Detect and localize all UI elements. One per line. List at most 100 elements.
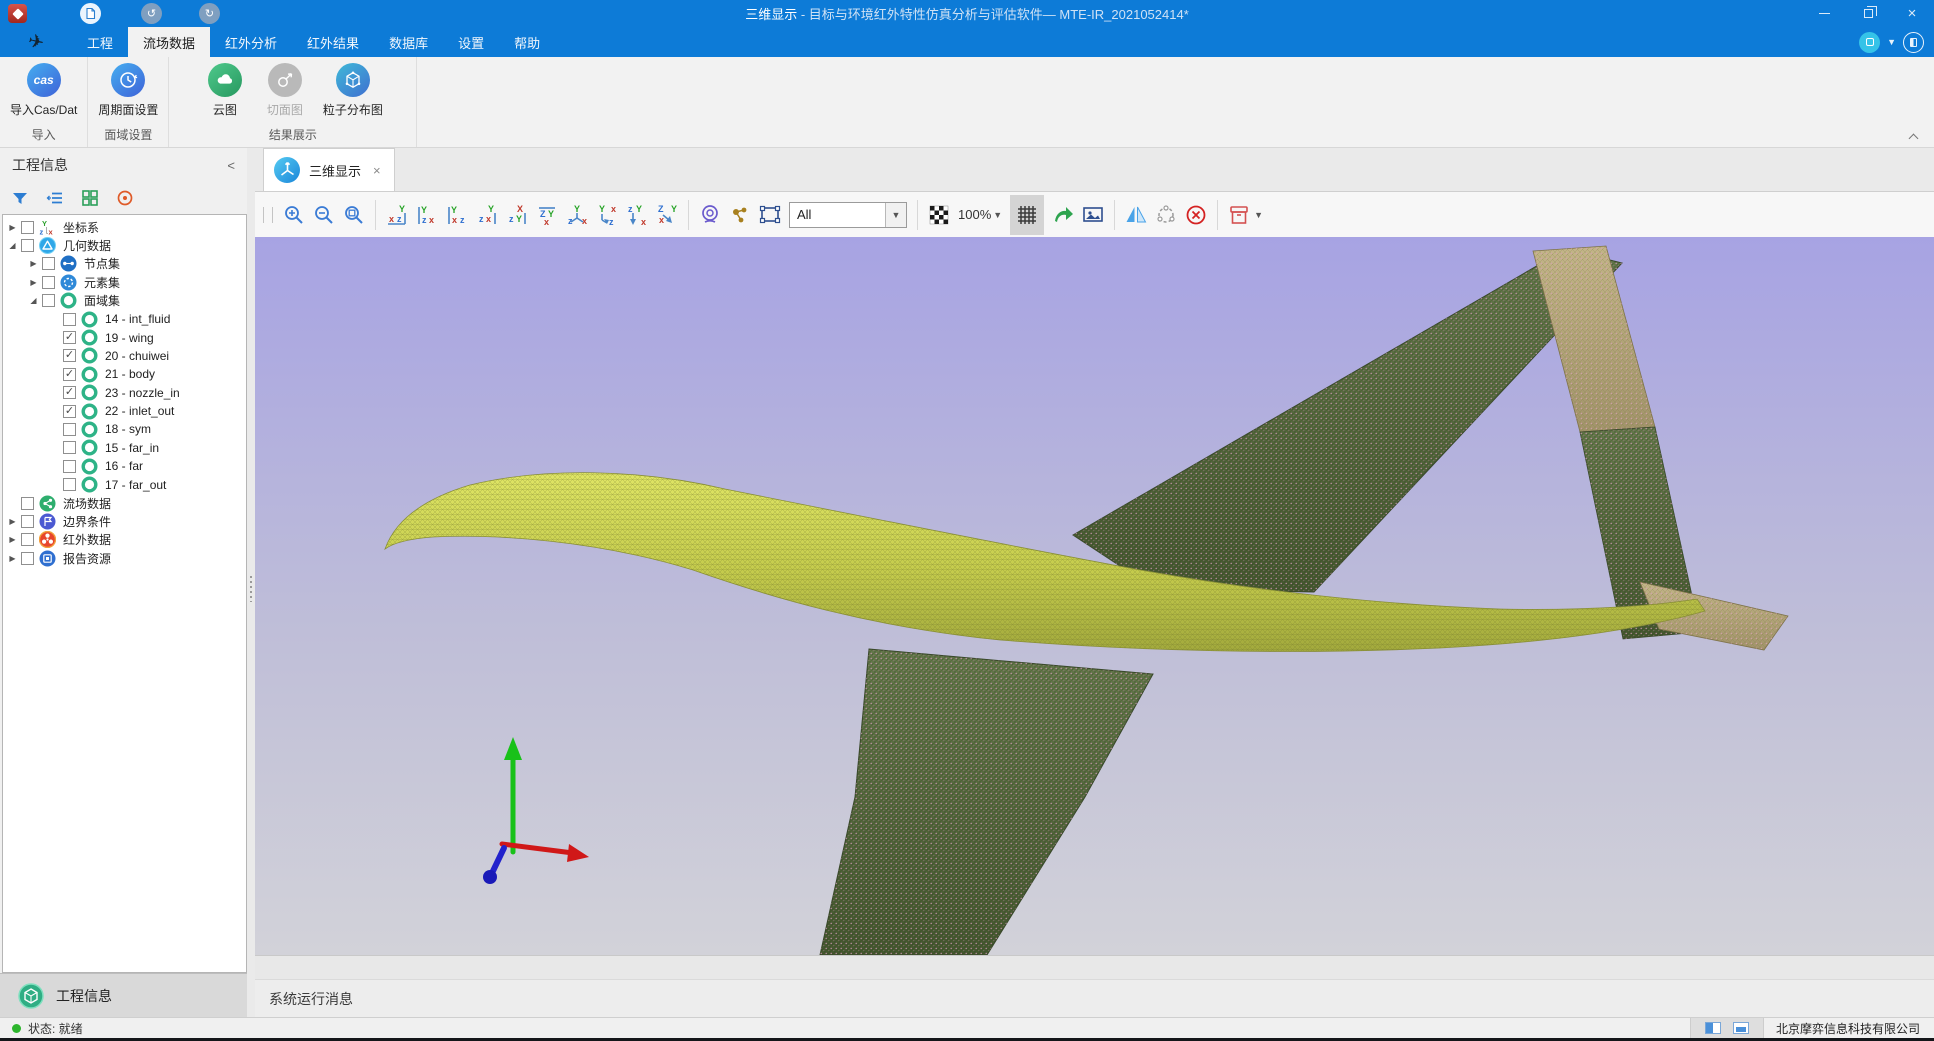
view-back-icon[interactable]: zYX xyxy=(502,197,532,233)
tree-item[interactable]: ▶元素集 xyxy=(3,273,246,291)
tree-checkbox[interactable] xyxy=(63,313,76,326)
tree-item[interactable]: ✓22 - inlet_out xyxy=(3,402,246,420)
cloud-plot-button[interactable]: 云图 xyxy=(203,60,247,118)
node-graph-icon[interactable] xyxy=(725,197,755,233)
tab-3d-view[interactable]: 三维显示 × xyxy=(263,148,395,191)
view-top-icon[interactable]: ZYx xyxy=(532,197,562,233)
tree-checkbox[interactable]: ✓ xyxy=(63,368,76,381)
transparency-icon[interactable] xyxy=(924,197,954,233)
surface-filter-combo[interactable]: All ▼ xyxy=(789,202,907,228)
zoom-caret-icon[interactable]: ▼ xyxy=(993,210,1002,220)
locate-icon[interactable] xyxy=(115,188,135,208)
tree-checkbox[interactable] xyxy=(21,515,34,528)
periodic-face-button[interactable]: 周期面设置 xyxy=(98,60,158,118)
view-right-icon[interactable]: zxY xyxy=(472,197,502,233)
tree-item[interactable]: 18 - sym xyxy=(3,420,246,438)
menu-item-help[interactable]: 帮助 xyxy=(499,27,555,57)
tree-checkbox[interactable] xyxy=(63,478,76,491)
drag-grip[interactable] xyxy=(263,207,273,223)
list-view-icon[interactable] xyxy=(45,188,65,208)
expand-arrow-icon[interactable]: ▶ xyxy=(27,259,40,268)
tree-checkbox[interactable] xyxy=(63,423,76,436)
new-document-icon[interactable] xyxy=(80,3,101,24)
export-arrow-icon[interactable] xyxy=(1048,197,1078,233)
tree-checkbox[interactable] xyxy=(21,497,34,510)
menu-item-engineering[interactable]: 工程 xyxy=(72,27,128,57)
iso-view-icon[interactable]: Yzx xyxy=(562,197,592,233)
menu-item-settings[interactable]: 设置 xyxy=(443,27,499,57)
tree-item[interactable]: ▶节点集 xyxy=(3,255,246,273)
tree-checkbox[interactable] xyxy=(21,221,34,234)
collapse-arrow-icon[interactable]: ◢ xyxy=(6,241,19,250)
tree-checkbox[interactable] xyxy=(42,276,55,289)
display-mode-icon[interactable] xyxy=(1859,32,1880,53)
app-logo-icon[interactable] xyxy=(8,4,27,23)
collapse-ribbon-icon[interactable] xyxy=(1909,132,1918,141)
menu-item-flowfield[interactable]: 流场数据 xyxy=(128,27,210,57)
mirror-icon[interactable] xyxy=(1121,197,1151,233)
rotate-left-view-icon[interactable]: Yxz xyxy=(592,197,622,233)
tree-item[interactable]: 16 - far xyxy=(3,457,246,475)
style-icon[interactable] xyxy=(1903,32,1924,53)
import-cas-dat-button[interactable]: cas 导入Cas/Dat xyxy=(10,60,77,118)
tree-checkbox[interactable] xyxy=(42,294,55,307)
view-front-icon[interactable]: Yxz xyxy=(442,197,472,233)
tree-item[interactable]: ✓20 - chuiwei xyxy=(3,347,246,365)
zoom-in-icon[interactable] xyxy=(279,197,309,233)
undo-icon[interactable]: ↺ xyxy=(141,3,162,24)
view-left-icon[interactable]: Yzx xyxy=(412,197,442,233)
tree-checkbox[interactable] xyxy=(21,552,34,565)
expand-arrow-icon[interactable]: ▶ xyxy=(6,517,19,526)
combo-dropdown-icon[interactable]: ▼ xyxy=(885,203,906,227)
panel-splitter[interactable] xyxy=(247,148,255,1017)
tree-item[interactable]: 流场数据 xyxy=(3,494,246,512)
close-button[interactable]: × xyxy=(1890,0,1934,27)
minimize-button[interactable] xyxy=(1802,0,1846,27)
tree-item[interactable]: ✓21 - body xyxy=(3,365,246,383)
layout-left-icon[interactable] xyxy=(1705,1022,1721,1034)
rotate-down-view-icon[interactable]: zYx xyxy=(622,197,652,233)
tree-item[interactable]: ▶Yzx坐标系 xyxy=(3,218,246,236)
tab-close-icon[interactable]: × xyxy=(373,163,381,178)
expand-arrow-icon[interactable]: ▶ xyxy=(6,535,19,544)
zoom-window-icon[interactable] xyxy=(339,197,369,233)
mesh-toggle-icon[interactable] xyxy=(1010,195,1044,235)
package-icon[interactable] xyxy=(1224,197,1254,233)
view-bottom-icon[interactable]: xzY xyxy=(382,197,412,233)
box-select-icon[interactable] xyxy=(755,197,785,233)
project-tree[interactable]: ▶Yzx坐标系◢几何数据▶节点集▶元素集◢面域集14 - int_fluid✓1… xyxy=(2,214,247,973)
expand-arrow-icon[interactable]: ▶ xyxy=(6,223,19,232)
tree-item[interactable]: ◢几何数据 xyxy=(3,236,246,254)
expand-arrow-icon[interactable]: ▶ xyxy=(6,554,19,563)
particle-plot-button[interactable]: 粒子分布图 xyxy=(323,60,383,118)
tree-item[interactable]: ✓23 - nozzle_in xyxy=(3,384,246,402)
zoom-out-icon[interactable] xyxy=(309,197,339,233)
tree-checkbox[interactable] xyxy=(63,460,76,473)
tree-checkbox[interactable]: ✓ xyxy=(63,349,76,362)
perspective-icon[interactable] xyxy=(695,197,725,233)
dropdown-caret-icon[interactable]: ▼ xyxy=(1887,37,1896,47)
grid-view-icon[interactable] xyxy=(80,188,100,208)
zoom-percent-label[interactable]: 100% xyxy=(958,207,991,222)
tree-item[interactable]: ▶红外数据 xyxy=(3,531,246,549)
tree-item[interactable]: ▶报告资源 xyxy=(3,549,246,567)
restore-button[interactable] xyxy=(1846,0,1890,27)
tree-checkbox[interactable]: ✓ xyxy=(63,331,76,344)
menu-item-database[interactable]: 数据库 xyxy=(374,27,443,57)
tree-checkbox[interactable] xyxy=(21,533,34,546)
tree-item[interactable]: ✓19 - wing xyxy=(3,328,246,346)
snapshot-icon[interactable] xyxy=(1078,197,1108,233)
expand-arrow-icon[interactable]: ▶ xyxy=(27,278,40,287)
tree-item[interactable]: 14 - int_fluid xyxy=(3,310,246,328)
filter-icon[interactable] xyxy=(10,188,30,208)
layout-bottom-icon[interactable] xyxy=(1733,1022,1749,1034)
tree-checkbox[interactable] xyxy=(42,257,55,270)
clear-icon[interactable] xyxy=(1181,197,1211,233)
redo-icon[interactable]: ↻ xyxy=(199,3,220,24)
slice-plot-button[interactable]: 切面图 xyxy=(259,60,311,118)
tree-item[interactable]: 17 - far_out xyxy=(3,475,246,493)
tree-checkbox[interactable]: ✓ xyxy=(63,386,76,399)
package-caret-icon[interactable]: ▼ xyxy=(1254,210,1263,220)
tree-item[interactable]: ▶边界条件 xyxy=(3,512,246,530)
tree-checkbox[interactable] xyxy=(63,441,76,454)
